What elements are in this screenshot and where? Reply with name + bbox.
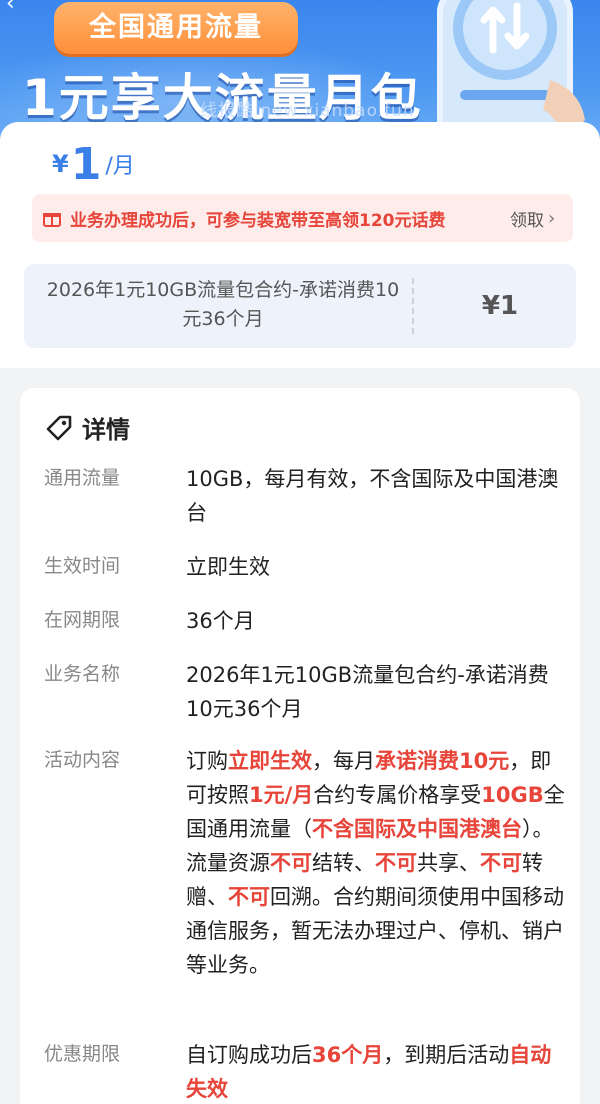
highlight-text: 不可 <box>375 851 417 875</box>
phone-traffic-icon <box>437 0 585 140</box>
body-text: 结转、 <box>312 851 375 875</box>
highlight-text: 不含国际及中国港澳台 <box>312 817 522 841</box>
body-text: 自订购成功后 <box>186 1043 312 1067</box>
promo-text: 业务办理成功后，可参与装宽带至高领120元话费 <box>70 210 446 231</box>
details-card: 详情 通用流量 10GB，每月有效，不含国际及中国港澳台 生效时间 立即生效 在… <box>20 388 580 1104</box>
monthly-price: ¥ 1 /月 <box>52 138 135 188</box>
body-text: 合约专属价格享受 <box>313 783 482 807</box>
detail-value-rich: 订购立即生效，每月承诺消费10元，即可按照1元/月合约专属价格享受10GB全国通… <box>186 744 566 982</box>
highlight-text: 承诺消费10元 <box>375 749 510 773</box>
plan-name: 2026年1元10GB流量包合约-承诺消费10元36个月 <box>46 279 400 330</box>
detail-label: 优惠期限 <box>44 1043 121 1065</box>
plan-option[interactable]: 2026年1元10GB流量包合约-承诺消费10元36个月 ¥1 <box>24 264 576 348</box>
gift-icon <box>43 213 61 227</box>
detail-label: 通用流量 <box>44 467 121 489</box>
highlight-text: 10GB <box>481 783 544 807</box>
highlight-text: 立即生效 <box>228 749 312 773</box>
highlight-text: 不可 <box>228 885 270 909</box>
detail-value-rich: 自订购成功后36个月，到期后活动自动失效 <box>186 1038 566 1104</box>
watermark: 线报酷 new.xianbao.fun <box>200 101 415 121</box>
body-text: 订购 <box>186 749 228 773</box>
highlight-text: 不可 <box>480 851 522 875</box>
highlight-text: 1元/月 <box>249 783 314 807</box>
detail-value: 36个月 <box>186 609 255 633</box>
details-header: 详情 <box>44 410 130 445</box>
detail-value: 10GB，每月有效，不含国际及中国港澳台 <box>186 467 559 525</box>
price-card: ¥ 1 /月 业务办理成功后，可参与装宽带至高领120元话费 领取 › 2026… <box>0 122 600 368</box>
body-text: ，每月 <box>312 749 375 773</box>
claim-link-label: 领取 <box>510 210 544 231</box>
detail-label: 生效时间 <box>44 555 121 577</box>
body-text: ，到期后活动 <box>383 1043 510 1067</box>
detail-label: 活动内容 <box>44 749 121 771</box>
detail-label: 业务名称 <box>44 663 121 685</box>
plan-price: ¥1 <box>481 291 519 321</box>
detail-label: 在网期限 <box>44 609 121 631</box>
back-arrow-icon[interactable]: ‹ <box>6 0 26 15</box>
claim-link[interactable]: 领取 › <box>510 206 555 231</box>
highlight-text: 36个月 <box>312 1043 384 1067</box>
chevron-right-icon: › <box>548 207 556 229</box>
detail-value: 2026年1元10GB流量包合约-承诺消费10元36个月 <box>186 663 549 721</box>
price-amount: 1 <box>70 139 102 190</box>
plan-divider <box>412 278 414 334</box>
price-unit: /月 <box>105 154 135 179</box>
promo-banner[interactable]: 业务办理成功后，可参与装宽带至高领120元话费 领取 › <box>32 194 573 242</box>
details-title: 详情 <box>82 416 130 444</box>
body-text: 共享、 <box>417 851 480 875</box>
tag-icon <box>46 415 72 440</box>
detail-value: 立即生效 <box>186 555 270 579</box>
price-currency: ¥ <box>52 150 69 178</box>
highlight-text: 不可 <box>270 851 312 875</box>
banner-pill: 全国通用流量 <box>54 2 298 54</box>
